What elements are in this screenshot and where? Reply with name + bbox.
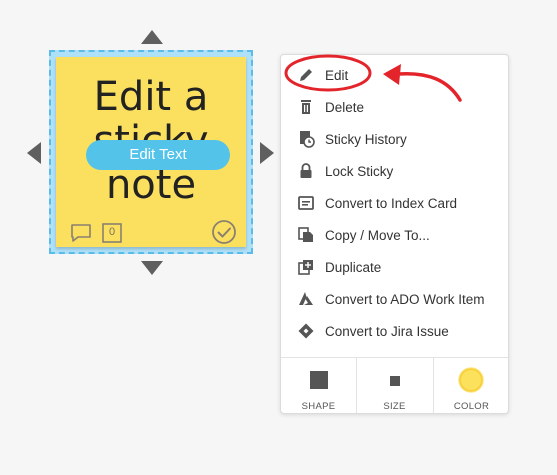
annotation-circle: [284, 54, 372, 92]
annotation-arrow-line: [396, 71, 462, 102]
annotation-arrow-head: [383, 64, 401, 85]
annotation-overlay: [284, 54, 462, 102]
